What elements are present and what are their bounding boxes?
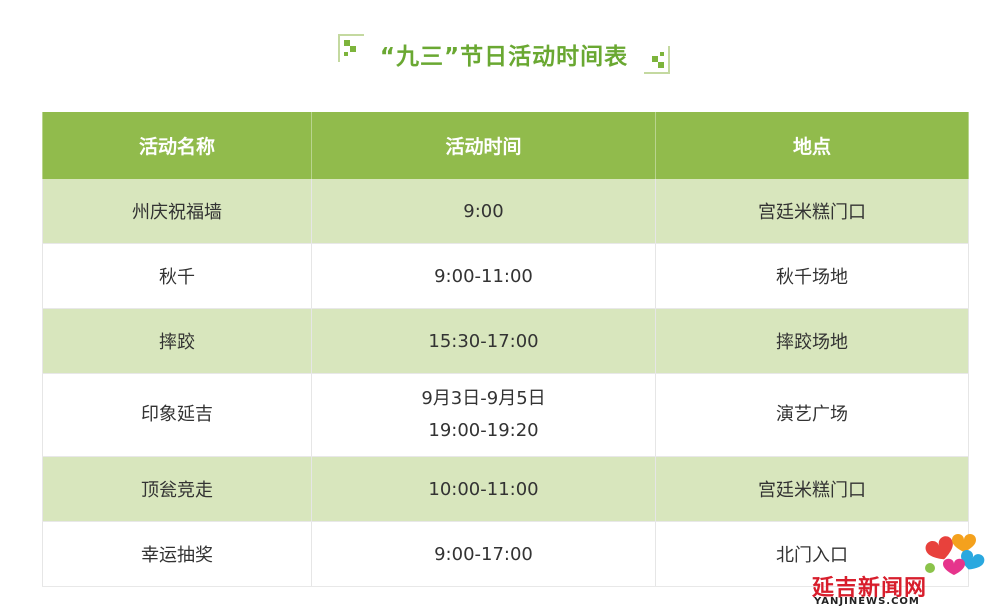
- activity-time-cell: 9:00: [311, 179, 656, 244]
- time-line: 19:00-19:20: [428, 420, 539, 441]
- watermark-logo: 延吉新闻网 YANJINEWS.COM: [812, 528, 992, 607]
- activity-place-cell: 宫廷米糕门口: [655, 179, 969, 244]
- activity-time-cell: 15:30-17:00: [311, 308, 656, 374]
- activity-time-cell: 10:00-11:00: [311, 456, 656, 522]
- column-header-activity: 活动名称: [42, 112, 312, 179]
- activity-place-cell: 秋千场地: [655, 243, 969, 309]
- table-header-row: 活动名称 活动时间 地点: [42, 112, 969, 179]
- activity-place-cell: 演艺广场: [655, 373, 969, 457]
- activity-time-cell: 9:00-17:00: [311, 521, 656, 587]
- column-header-place: 地点: [655, 112, 969, 179]
- table-row: 顶瓮竞走 10:00-11:00 宫廷米糕门口: [42, 456, 969, 522]
- table-row: 州庆祝福墙 9:00 宫廷米糕门口: [42, 179, 969, 244]
- schedule-table: 活动名称 活动时间 地点 州庆祝福墙 9:00 宫廷米糕门口 秋千 9:00-1…: [42, 112, 969, 587]
- time-line: 15:30-17:00: [428, 330, 539, 352]
- heart-pink-icon: [943, 558, 965, 575]
- heart-orange-icon: [952, 534, 976, 552]
- table-row: 摔跤 15:30-17:00 摔跤场地: [42, 308, 969, 374]
- activity-name-cell: 州庆祝福墙: [42, 179, 312, 244]
- activity-place-cell: 宫廷米糕门口: [655, 456, 969, 522]
- time-line: 9:00: [463, 200, 504, 222]
- activity-name-cell: 幸运抽奖: [42, 521, 312, 587]
- activity-time-cell: 9月3日-9月5日 19:00-19:20: [311, 373, 656, 457]
- title-frame: “九三”节日活动时间表: [338, 34, 670, 74]
- time-line: 9:00-17:00: [434, 543, 533, 565]
- activity-name-cell: 顶瓮竞走: [42, 456, 312, 522]
- activity-name-cell: 摔跤: [42, 308, 312, 374]
- time-line: 10:00-11:00: [428, 478, 539, 500]
- watermark-url: YANJINEWS.COM: [814, 596, 920, 607]
- time-line: 9月3日-9月5日: [421, 388, 546, 409]
- column-header-time: 活动时间: [311, 112, 656, 179]
- heart-cluster-icon: [925, 534, 985, 575]
- table-row: 秋千 9:00-11:00 秋千场地: [42, 243, 969, 309]
- activity-name-cell: 印象延吉: [42, 373, 312, 457]
- page-title: “九三”节日活动时间表: [379, 44, 629, 70]
- time-line: 9:00-11:00: [434, 265, 533, 287]
- activity-time-cell: 9:00-11:00: [311, 243, 656, 309]
- activity-name-cell: 秋千: [42, 243, 312, 309]
- activity-place-cell: 摔跤场地: [655, 308, 969, 374]
- table-row: 印象延吉 9月3日-9月5日 19:00-19:20 演艺广场: [42, 373, 969, 457]
